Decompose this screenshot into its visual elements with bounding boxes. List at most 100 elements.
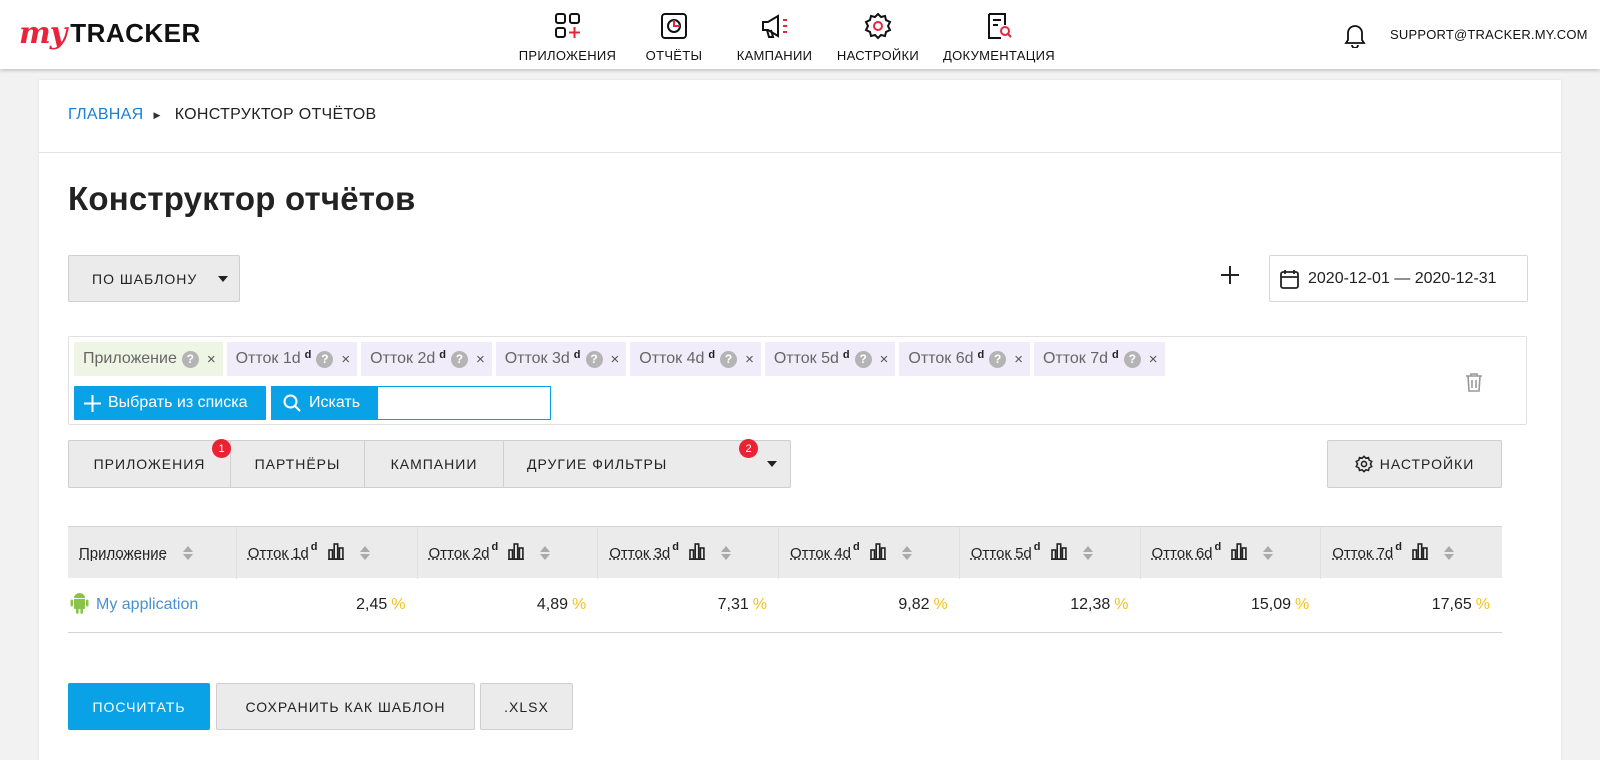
help-icon[interactable]: ? [316,350,334,368]
remove-chip-icon[interactable]: × [611,351,620,368]
settings-button[interactable]: НАСТРОЙКИ [1327,440,1502,488]
chart-toggle-icon[interactable] [689,542,705,564]
nav-item-docs[interactable]: ДОКУМЕНТАЦИЯ [930,0,1068,69]
template-select[interactable]: ПО ШАБЛОНУ [68,255,240,302]
metric-chip[interactable]: Приложение? × [74,342,223,376]
column-header[interactable]: Отток 4d d [779,527,960,579]
bell-icon[interactable] [1344,22,1366,48]
metric-chip[interactable]: Отток 7d d? × [1033,342,1165,376]
metric-search-input[interactable] [377,386,551,420]
search-button[interactable]: Искать [271,386,377,420]
sort-icon[interactable] [540,546,551,560]
chart-toggle-icon[interactable] [869,542,886,564]
help-icon[interactable]: ? [854,350,872,368]
logo-script: my [19,15,67,51]
remove-chip-icon[interactable]: × [341,351,350,368]
metric-chip[interactable]: Отток 1d d? × [226,342,358,376]
help-icon[interactable]: ? [181,350,199,368]
nav-item-apps[interactable]: ПРИЛОЖЕНИЯ [510,0,625,69]
chart-toggle-icon[interactable] [327,542,344,564]
export-xlsx-button[interactable]: .XLSX [480,683,573,730]
help-icon[interactable]: ? [989,350,1007,368]
filter-tab-partners[interactable]: ПАРТНЁРЫ [231,441,365,487]
metric-chip-label: Отток 3d [504,350,570,367]
column-header[interactable]: Отток 7d d [1321,527,1502,579]
filter-tab-campaigns[interactable]: КАМПАНИИ [365,441,504,487]
column-header-suffix: d [1033,541,1041,553]
cell-value: 17,65 [1431,596,1472,613]
nav-label: НАСТРОЙКИ [836,48,920,63]
sort-icon[interactable] [901,546,912,560]
metric-chip-label: Отток 7d [1042,350,1109,367]
sort-icon[interactable] [1263,546,1274,560]
sort-icon[interactable] [721,546,731,560]
help-icon[interactable]: ? [1123,350,1141,368]
filter-tab-apps[interactable]: ПРИЛОЖЕНИЯ 1 [69,439,231,487]
percent-unit: % [572,596,587,613]
metric-chip-label: Приложение [83,350,177,367]
metric-chip-suffix: d [573,349,581,361]
value-cell: 4,89% [418,596,599,614]
value-cell: 9,82% [779,596,960,614]
help-icon[interactable]: ? [450,350,468,368]
date-range-picker[interactable]: 2020-12-01 — 2020-12-31 [1269,255,1528,302]
document-search-icon [988,13,1012,39]
remove-chip-icon[interactable]: × [880,351,889,368]
remove-chip-icon[interactable]: × [207,351,216,368]
select-from-list-button[interactable]: Выбрать из списка [74,386,266,420]
remove-chip-icon[interactable]: × [745,351,754,368]
column-header[interactable]: Отток 2d d [418,527,599,579]
remove-chip-icon[interactable]: × [1149,351,1158,368]
metric-chip[interactable]: Отток 3d d? × [495,342,627,376]
column-header[interactable]: Отток 5d d [960,527,1141,579]
app-name-link[interactable]: My application [96,596,198,614]
nav-label: КАМПАНИИ [736,48,813,63]
chart-toggle-icon[interactable] [1231,542,1248,564]
sort-icon[interactable] [182,546,193,560]
column-header[interactable]: Отток 1d d [237,527,418,579]
cell-value: 7,31 [717,596,749,613]
sort-icon[interactable] [1082,546,1093,560]
filter-tab-label: КАМПАНИИ [390,456,478,472]
trash-icon[interactable] [1465,372,1483,392]
save-template-button[interactable]: СОХРАНИТЬ КАК ШАБЛОН [216,683,475,730]
user-email[interactable]: SUPPORT@TRACKER.MY.COM [1390,27,1588,42]
sort-icon[interactable] [1444,546,1454,560]
nav-item-reports[interactable]: ОТЧЁТЫ [625,0,723,69]
column-header[interactable]: Отток 6d d [1141,527,1322,579]
percent-unit: % [752,596,767,613]
table-header: Приложение Отток 1d d Отток 2d d Отток 3d d Отт… [68,526,1502,579]
help-icon[interactable]: ? [720,350,738,368]
mytracker-logo[interactable]: my TRACKER [19,15,201,51]
column-header[interactable]: Отток 3d d [598,527,780,579]
cell-value: 4,89 [536,596,569,613]
cell-value: 2,45 [356,596,388,613]
metric-chip[interactable]: Отток 6d d? × [899,342,1030,376]
nav-item-settings[interactable]: НАСТРОЙКИ [826,0,930,69]
sort-icon[interactable] [359,546,370,560]
metric-chip[interactable]: Отток 5d d? × [764,342,896,376]
template-select-label: ПО ШАБЛОНУ [92,270,198,287]
remove-chip-icon[interactable]: × [476,351,485,368]
table-row: My application 2,45% 4,89% 7,31% 9,82% 12,38%… [68,578,1502,633]
remove-chip-icon[interactable]: × [1014,351,1023,368]
chart-toggle-icon[interactable] [508,542,525,564]
nav-item-campaigns[interactable]: КАМПАНИИ [723,0,826,69]
column-header-label: Отток 7d [1332,544,1394,562]
column-header-suffix: d [310,541,318,553]
breadcrumb-home[interactable]: ГЛАВНАЯ [68,106,144,124]
chart-toggle-icon[interactable] [1050,542,1067,564]
value-cell: 17,65% [1321,596,1502,614]
metric-chip[interactable]: Отток 2d d? × [361,342,492,376]
filter-tab-other[interactable]: ДРУГИЕ ФИЛЬТРЫ 2 [504,439,790,487]
filter-tabs: ПРИЛОЖЕНИЯ 1 ПАРТНЁРЫ КАМПАНИИ ДРУГИЕ ФИ… [68,439,791,488]
column-header-label: Отток 5d [970,544,1032,562]
metric-chip[interactable]: Отток 4d d? × [630,342,761,376]
breadcrumb-current: КОНСТРУКТОР ОТЧЁТОВ [174,106,377,123]
column-header[interactable]: Приложение [68,527,237,579]
caret-down-icon [767,461,777,467]
chart-toggle-icon[interactable] [1412,542,1428,564]
calculate-button[interactable]: ПОСЧИТАТЬ [68,683,210,730]
help-icon[interactable]: ? [585,350,603,368]
add-period-icon[interactable] [1221,266,1239,284]
